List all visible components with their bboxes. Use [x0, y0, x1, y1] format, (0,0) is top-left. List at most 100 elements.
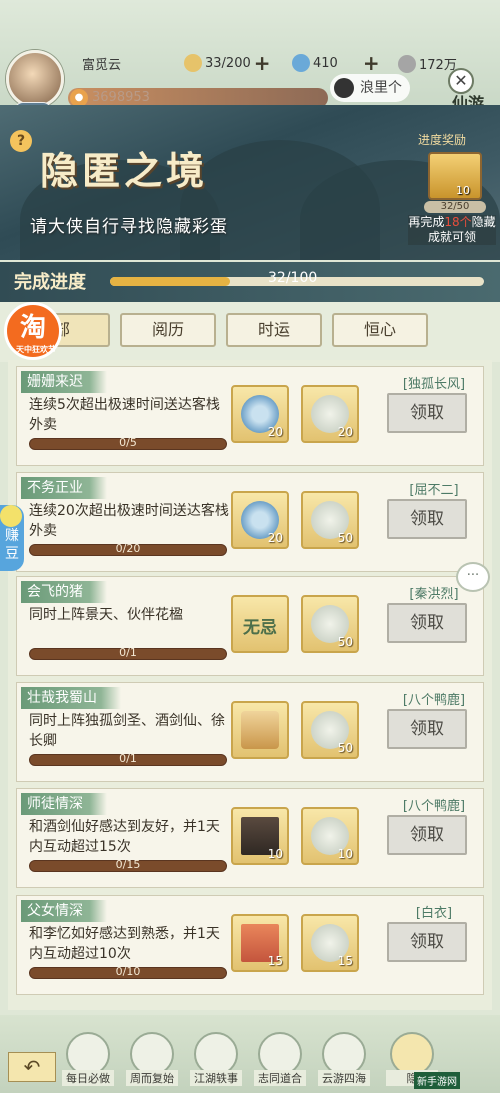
task-description: 同时上阵独孤剑圣、酒剑仙、徐长卿	[29, 713, 225, 749]
jade-ring-icon[interactable]: 20	[231, 491, 289, 549]
task-partner: [白衣]	[415, 906, 453, 921]
nav-friends-label: 志同道合	[254, 1070, 306, 1086]
task-description: 连续5次超出极速时间送达客栈外卖	[29, 397, 220, 433]
claim-button[interactable]: 领取	[387, 922, 467, 962]
task-title: 父女情深	[21, 900, 107, 922]
item-count: 15	[267, 954, 283, 968]
task-partner: [屈不二]	[409, 483, 459, 498]
chat-icon[interactable]: ···	[456, 562, 490, 592]
task-card: 会飞的猪 同时上阵景天、伙伴花楹 0/1 无忌 50 [秦洪烈] 领取	[16, 576, 484, 676]
item-count: 50	[337, 635, 353, 649]
wuji-badge[interactable]: 无忌	[231, 595, 289, 653]
gem-icon	[292, 54, 310, 72]
task-progress-text: 0/5	[119, 436, 137, 449]
task-card: 父女情深和李忆如好感达到熟悉，并1天内互动超过10次 0/10 15 15 [白衣] 领取	[16, 895, 484, 995]
bean-icon	[0, 505, 22, 527]
add-gem-button[interactable]: +	[363, 53, 380, 73]
back-button[interactable]: ↶	[8, 1052, 56, 1082]
silver-medal-icon[interactable]: 50	[301, 491, 359, 549]
silver-medal-icon[interactable]: 15	[301, 914, 359, 972]
tab-hengxin[interactable]: 恒心	[332, 313, 428, 347]
silver-medal-icon[interactable]: 50	[301, 701, 359, 759]
nav-weekly-label: 周而复始	[126, 1070, 178, 1086]
progress-label: 完成进度	[14, 272, 86, 293]
nav-daily-label: 每日必做	[62, 1070, 114, 1086]
tab-shiyun[interactable]: 时运	[226, 313, 322, 347]
item-count: 50	[337, 531, 353, 545]
task-card: 姗姗来迟 连续5次超出极速时间送达客栈外卖 0/5 20 20 [独孤长风] 领取	[16, 366, 484, 466]
scroll-icon[interactable]	[231, 701, 289, 759]
item-count: 10	[267, 847, 283, 861]
claim-button[interactable]: 领取	[387, 709, 467, 749]
task-progress-text: 0/20	[115, 542, 141, 555]
reward-title: 进度奖励	[418, 133, 467, 147]
item-count: 20	[267, 425, 283, 439]
task-progress-text: 0/15	[115, 858, 141, 871]
player-name: 富觅云	[82, 58, 122, 73]
resource-stamina: 33/200 +	[184, 53, 271, 73]
resource-coin: 172万	[398, 54, 457, 73]
weibo-icon	[334, 78, 354, 98]
taobao-caption: 天中狂欢节	[16, 345, 56, 354]
task-title: 师徒情深	[21, 793, 107, 815]
nav-weekly[interactable]: 周而复始	[126, 1032, 178, 1092]
nav-friends[interactable]: 志同道合	[254, 1032, 306, 1092]
claim-button[interactable]: 领取	[387, 393, 467, 433]
item-count: 50	[337, 741, 353, 755]
reward-note-pre: 再完成	[408, 215, 445, 229]
task-title: 姗姗来迟	[21, 371, 107, 393]
task-title: 会飞的猪	[21, 581, 107, 603]
task-description: 和李忆如好感达到熟悉，并1天内互动超过10次	[29, 926, 220, 962]
claim-button[interactable]: 领取	[387, 815, 467, 855]
coin-icon	[398, 54, 416, 73]
earn-bean-tab[interactable]: 赚豆	[0, 505, 24, 571]
add-stamina-button[interactable]: +	[254, 53, 271, 73]
gem-value: 410	[313, 55, 338, 71]
coin-value: 172万	[419, 58, 457, 73]
task-description: 连续20次超出极速时间送达客栈外卖	[29, 503, 229, 539]
earn-bean-label: 赚豆	[5, 528, 19, 562]
nav-travel-label: 云游四海	[318, 1070, 370, 1086]
player-avatar[interactable]	[6, 50, 64, 108]
stamina-value: 33/200	[205, 55, 251, 71]
weibo-tag[interactable]: 浪里个	[330, 74, 410, 102]
reward-count: 10	[456, 184, 470, 197]
task-progress-text: 0/10	[115, 965, 141, 978]
task-partner: [八个鸭鹿]	[402, 799, 466, 814]
claim-button[interactable]: 领取	[387, 499, 467, 539]
heroine-portrait[interactable]: 15	[231, 914, 289, 972]
reward-chest-icon[interactable]	[428, 152, 482, 200]
item-count: 20	[337, 425, 353, 439]
tab-yueli[interactable]: 阅历	[120, 313, 216, 347]
player-id: 3698953	[92, 90, 150, 105]
banner-title: 隐匿之境	[40, 148, 209, 193]
task-partner: [八个鸭鹿]	[402, 693, 466, 708]
hero-portrait[interactable]: 10	[231, 807, 289, 865]
nav-daily[interactable]: 每日必做	[62, 1032, 114, 1092]
weibo-tag-text: 浪里个	[360, 80, 402, 96]
silver-medal-icon[interactable]: 10	[301, 807, 359, 865]
taobao-glyph: 淘	[19, 313, 46, 343]
watermark: 新手游网	[414, 1072, 460, 1089]
silver-medal-icon[interactable]: 50	[301, 595, 359, 653]
task-description: 和酒剑仙好感达到友好，并1天内互动超过15次	[29, 819, 220, 855]
task-title: 不务正业	[21, 477, 107, 499]
item-glyph	[241, 711, 279, 749]
reward-note: 再完成18个隐藏成就可领	[408, 215, 496, 245]
task-progress-text: 0/1	[119, 752, 137, 765]
reward-progress: 32/50	[424, 201, 486, 213]
task-card: 不务正业连续20次超出极速时间送达客栈外卖 0/20 20 50 [屈不二] 领取	[16, 472, 484, 572]
reward-note-count: 18个	[444, 215, 472, 229]
help-icon[interactable]: ?	[10, 130, 32, 152]
claim-button[interactable]: 领取	[387, 603, 467, 643]
nav-jianghu[interactable]: 江湖轶事	[190, 1032, 242, 1092]
silver-medal-icon[interactable]: 20	[301, 385, 359, 443]
taobao-icon[interactable]: 淘 天中狂欢节	[4, 302, 62, 360]
progress-fill	[110, 277, 230, 286]
item-count: 10	[337, 847, 353, 861]
nav-jianghu-label: 江湖轶事	[190, 1070, 242, 1086]
task-progress-text: 0/1	[119, 646, 137, 659]
jade-ring-icon[interactable]: 20	[231, 385, 289, 443]
item-word: 无忌	[243, 618, 277, 638]
nav-travel[interactable]: 云游四海	[318, 1032, 370, 1092]
